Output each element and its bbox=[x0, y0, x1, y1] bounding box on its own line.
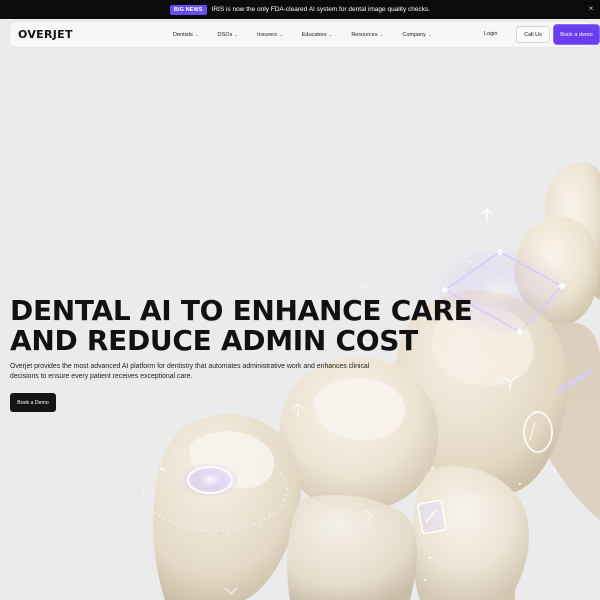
chevron-down-icon: ⌄ bbox=[427, 31, 432, 37]
chevron-down-icon: ⌄ bbox=[328, 31, 333, 37]
nav-item-educators[interactable]: Educators ⌄ bbox=[302, 32, 333, 38]
hero-subtitle: Overjet provides the most advanced AI pl… bbox=[10, 363, 370, 380]
nav-item-label: Insurers bbox=[257, 31, 277, 38]
nav-item-company[interactable]: Company ⌄ bbox=[402, 32, 431, 38]
main-nav: OVERJET Dentists ⌄ DSOs ⌄ Insurers ⌄ Edu… bbox=[10, 22, 599, 47]
close-icon[interactable]: × bbox=[586, 4, 596, 14]
login-link[interactable]: Login bbox=[484, 31, 497, 37]
chevron-down-icon: ⌄ bbox=[194, 31, 199, 37]
chevron-down-icon: ⌄ bbox=[379, 31, 384, 37]
chevron-down-icon: ⌄ bbox=[234, 31, 239, 37]
nav-item-label: Company bbox=[402, 31, 426, 38]
nav-item-label: Educators bbox=[301, 31, 327, 38]
book-demo-hero-button[interactable]: Book a Demo bbox=[10, 393, 56, 412]
hero-title-line-2: AND REDUCE ADMIN COST bbox=[10, 324, 418, 357]
announcement-link[interactable]: IRIS is now the only FDA-cleared AI syst… bbox=[212, 6, 431, 13]
announcement-bar: BIG NEWS IRIS is now the only FDA-cleare… bbox=[0, 0, 600, 19]
nav-item-dentists[interactable]: Dentists ⌄ bbox=[173, 32, 199, 38]
news-badge: BIG NEWS bbox=[169, 4, 207, 15]
book-demo-nav-button[interactable]: Book a demo bbox=[554, 25, 599, 44]
chevron-down-icon: ⌄ bbox=[278, 31, 283, 37]
nav-item-insurers[interactable]: Insurers ⌄ bbox=[257, 32, 283, 38]
hero-title-line-1: DENTAL AI TO ENHANCE CARE bbox=[10, 294, 473, 327]
nav-item-label: Resources bbox=[351, 31, 378, 38]
overjet-logo[interactable]: OVERJET bbox=[18, 28, 73, 41]
hero-title: DENTAL AI TO ENHANCE CARE AND REDUCE ADM… bbox=[10, 296, 530, 356]
nav-item-dsos[interactable]: DSOs ⌄ bbox=[218, 32, 238, 38]
nav-item-label: Dentists bbox=[173, 31, 193, 38]
nav-item-label: DSOs bbox=[217, 31, 233, 38]
call-us-button[interactable]: Call Us bbox=[516, 26, 550, 43]
nav-item-resources[interactable]: Resources ⌄ bbox=[351, 32, 383, 38]
nav-menu: Dentists ⌄ DSOs ⌄ Insurers ⌄ Educators ⌄… bbox=[173, 22, 451, 47]
